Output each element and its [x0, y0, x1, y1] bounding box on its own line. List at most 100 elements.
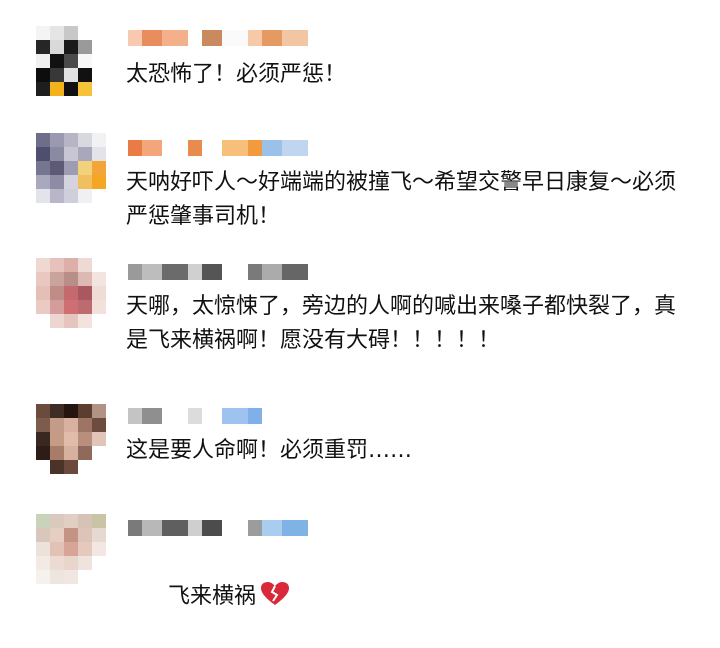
avatar-pixel: [50, 161, 64, 175]
username-pixel: [248, 520, 262, 536]
comment-text: 天哪，太惊悚了，旁边的人啊的喊出来嗓子都快裂了，真是飞来横祸啊！愿没有大碍！！！…: [126, 294, 677, 353]
avatar-pixel: [78, 26, 92, 40]
avatar-pixel: [78, 528, 92, 542]
username-pixel: [222, 30, 248, 46]
avatar[interactable]: [36, 514, 106, 584]
avatar-pixel: [36, 147, 50, 161]
avatar-pixel: [64, 418, 78, 432]
comment-text: 这是要人命啊！必须重罚……: [126, 438, 413, 463]
avatar-pixel: [64, 54, 78, 68]
avatar-pixel: [50, 300, 64, 314]
avatar-pixel: [50, 147, 64, 161]
username-pixel: [128, 408, 142, 424]
avatar[interactable]: [36, 404, 106, 474]
avatar-pixel: [64, 460, 78, 474]
username[interactable]: [128, 30, 308, 46]
username-pixel: [262, 520, 282, 536]
avatar-pixel: [64, 556, 78, 570]
avatar-pixel: [36, 26, 50, 40]
username-pixel: [188, 264, 202, 280]
avatar[interactable]: [36, 133, 106, 203]
avatar-pixel: [64, 133, 78, 147]
avatar-pixel: [50, 54, 64, 68]
avatar-pixel: [78, 300, 92, 314]
username-pixel: [262, 140, 282, 156]
avatar-pixel: [50, 40, 64, 54]
avatar-pixel: [36, 189, 50, 203]
username-pixel: [128, 140, 142, 156]
avatar-pixel: [92, 570, 106, 584]
avatar-pixel: [92, 68, 106, 82]
username[interactable]: [128, 520, 308, 536]
avatar-pixel: [36, 286, 50, 300]
avatar-pixel: [78, 418, 92, 432]
avatar-pixel: [78, 286, 92, 300]
avatar-pixel: [50, 514, 64, 528]
avatar-pixel: [64, 40, 78, 54]
username-pixel: [128, 520, 142, 536]
avatar-pixel: [36, 570, 50, 584]
username[interactable]: [128, 408, 308, 424]
avatar-pixel: [92, 189, 106, 203]
avatar-pixel: [64, 68, 78, 82]
avatar-pixel: [36, 446, 50, 460]
avatar-pixel: [36, 542, 50, 556]
avatar-pixel: [78, 189, 92, 203]
username-pixel: [202, 520, 222, 536]
broken-heart-icon: [260, 582, 289, 605]
avatar-pixel: [92, 286, 106, 300]
username-pixel: [162, 264, 188, 280]
avatar-pixel: [36, 418, 50, 432]
username-pixel: [188, 408, 202, 424]
avatar-pixel: [50, 26, 64, 40]
avatar-pixel: [92, 460, 106, 474]
avatar-pixel: [78, 556, 92, 570]
avatar-pixel: [64, 26, 78, 40]
avatar-pixel: [36, 133, 50, 147]
avatar-pixel: [50, 133, 64, 147]
avatar-pixel: [78, 432, 92, 446]
comment-text: 飞来横祸: [126, 546, 680, 648]
avatar-pixel: [78, 82, 92, 96]
avatar-pixel: [50, 258, 64, 272]
avatar-pixel: [64, 286, 78, 300]
avatar-pixel: [92, 26, 106, 40]
avatar-pixel: [50, 404, 64, 418]
username-pixel: [262, 30, 282, 46]
avatar-pixel: [36, 432, 50, 446]
avatar-pixel: [36, 54, 50, 68]
avatar-pixel: [36, 175, 50, 189]
username[interactable]: [128, 264, 308, 280]
avatar-pixel: [64, 161, 78, 175]
avatar-pixel: [64, 258, 78, 272]
avatar-pixel: [78, 161, 92, 175]
avatar-pixel: [50, 570, 64, 584]
comment-text: 太恐怖了！必须严惩！: [126, 62, 347, 87]
avatar-pixel: [78, 40, 92, 54]
avatar[interactable]: [36, 258, 106, 328]
username[interactable]: [128, 140, 308, 156]
avatar-pixel: [50, 446, 64, 460]
avatar-pixel: [36, 556, 50, 570]
username-pixel: [142, 140, 162, 156]
comment-text: 天呐好吓人～好端端的被撞飞～希望交警早日康复～必须严惩肇事司机！: [126, 170, 677, 229]
username-pixel: [202, 30, 222, 46]
avatar-pixel: [78, 460, 92, 474]
avatar-pixel: [92, 82, 106, 96]
avatar-pixel: [78, 272, 92, 286]
avatar-pixel: [78, 68, 92, 82]
avatar-pixel: [92, 556, 106, 570]
avatar-pixel: [36, 68, 50, 82]
avatar-pixel: [78, 133, 92, 147]
username-pixel: [248, 408, 262, 424]
avatar-pixel: [50, 542, 64, 556]
avatar-pixel: [36, 300, 50, 314]
avatar-pixel: [78, 542, 92, 556]
username-pixel: [128, 264, 142, 280]
avatar[interactable]: [36, 26, 106, 96]
username-pixel: [188, 520, 202, 536]
avatar-pixel: [92, 54, 106, 68]
username-pixel: [142, 30, 162, 46]
avatar-pixel: [92, 514, 106, 528]
avatar-pixel: [50, 460, 64, 474]
